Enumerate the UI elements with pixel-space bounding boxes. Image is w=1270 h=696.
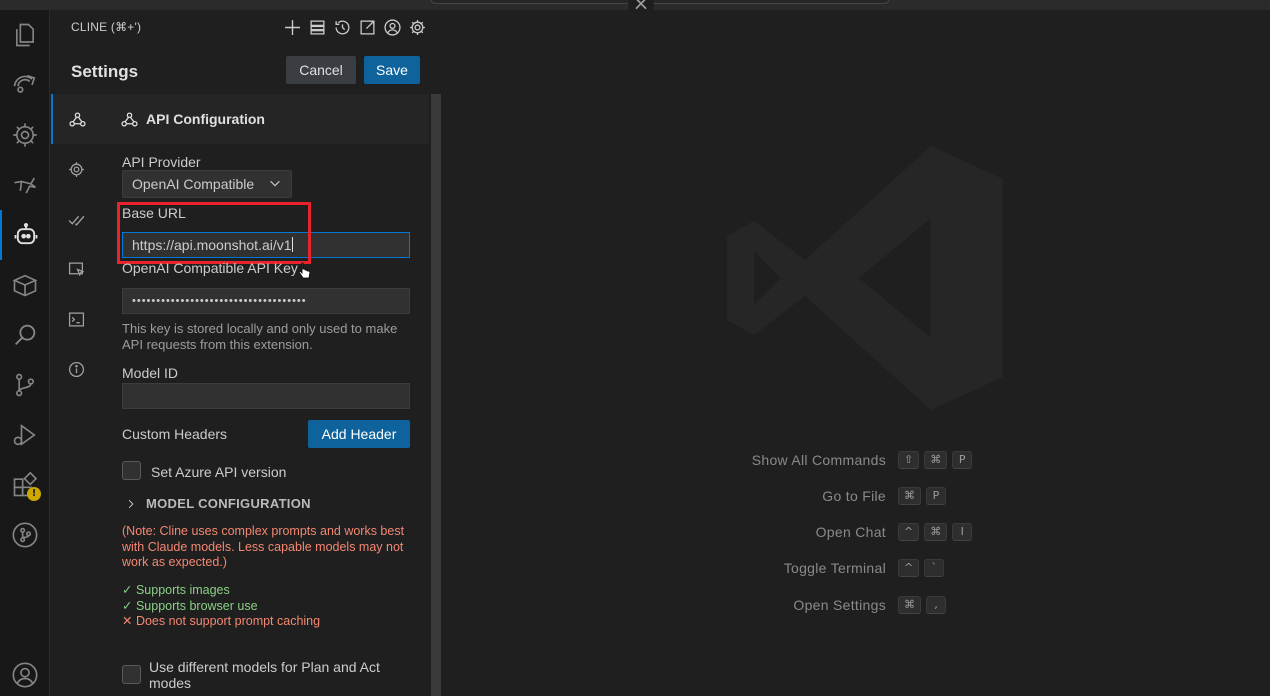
api-key-label: OpenAI Compatible API Key: [122, 260, 298, 276]
capability-browser: ✓ Supports browser use: [122, 598, 258, 613]
api-key-input[interactable]: ••••••••••••••••••••••••••••••••••••: [122, 288, 410, 314]
model-warning-note: (Note: Cline uses complex prompts and wo…: [122, 524, 405, 569]
search-icon[interactable]: [0, 310, 50, 360]
api-configuration-content: API Configuration API Provider OpenAI Co…: [101, 94, 429, 696]
key: I: [952, 523, 973, 541]
shortcut-keys: ^ ⌘ I: [898, 523, 973, 541]
api-config-icon: [121, 111, 138, 127]
server-icon[interactable]: [308, 18, 326, 36]
activity-bar: !: [0, 10, 50, 696]
shortcut-keys: ⌘ P: [898, 487, 946, 505]
check-icon: ✓: [122, 583, 136, 597]
plan-act-label: Use different models for Plan and Act mo…: [149, 659, 380, 691]
api-key-note: This key is stored locally and only used…: [122, 321, 398, 352]
api-key-value: ••••••••••••••••••••••••••••••••••••: [132, 295, 307, 307]
key: ,: [926, 596, 946, 614]
azure-label: Set Azure API version: [151, 464, 287, 480]
git-graph-icon[interactable]: [0, 510, 50, 560]
key: ^: [898, 523, 920, 541]
extensions-icon[interactable]: !: [0, 460, 50, 510]
history-icon[interactable]: [333, 18, 351, 36]
explorer-icon[interactable]: [0, 10, 50, 60]
kangaroo-icon[interactable]: [0, 160, 50, 210]
run-debug-icon[interactable]: [0, 410, 50, 460]
check-icon: ✓: [122, 598, 136, 613]
key: P: [952, 451, 973, 469]
settings-tab-rail: [51, 94, 101, 696]
api-provider-value: OpenAI Compatible: [132, 176, 255, 192]
shortcut-label: Open Settings: [793, 597, 886, 613]
shortcut-label: Toggle Terminal: [783, 560, 886, 576]
tab-general[interactable]: [51, 144, 101, 194]
key: ⌘: [898, 487, 921, 505]
editor-empty-area: Show All Commands ⇧ ⌘ P Go to File ⌘ P O…: [441, 10, 1270, 696]
api-provider-label: API Provider: [122, 154, 201, 170]
key: ⇧: [898, 451, 920, 469]
model-id-input[interactable]: [122, 383, 410, 409]
chevron-down-icon: [270, 180, 280, 187]
warning-badge-icon: !: [27, 487, 41, 501]
section-title: API Configuration: [146, 111, 265, 127]
model-configuration-toggle[interactable]: MODEL CONFIGURATION: [126, 496, 311, 511]
command-center-strip: ×: [0, 0, 1270, 18]
chevron-right-icon: [128, 499, 134, 508]
popout-icon[interactable]: [358, 18, 376, 36]
accounts-icon[interactable]: [0, 650, 50, 696]
key: ⌘: [924, 523, 948, 541]
shortcut-keys: ⌘ ,: [898, 596, 946, 614]
key: `: [924, 559, 945, 577]
panel-title: CLINE (⌘+'): [71, 20, 142, 34]
shortcut-label: Go to File: [822, 488, 886, 504]
shortcut-keys: ^ `: [898, 559, 945, 577]
key: ⌘: [924, 451, 948, 469]
model-configuration-label: MODEL CONFIGURATION: [146, 496, 311, 511]
command-center[interactable]: [430, 0, 890, 4]
source-control-icon[interactable]: [0, 360, 50, 410]
shortcut-label: Show All Commands: [751, 452, 886, 468]
api-provider-select[interactable]: OpenAI Compatible: [122, 170, 292, 198]
cline-panel: CLINE (⌘+') Settings Cancel Save API Con…: [51, 10, 441, 696]
vscode-logo-watermark: [727, 146, 1003, 410]
plus-icon[interactable]: [283, 18, 301, 36]
tab-about[interactable]: [51, 344, 101, 394]
tab-features[interactable]: [51, 194, 101, 244]
settings-sync-icon[interactable]: [0, 110, 50, 160]
shortcut-label: Open Chat: [815, 524, 886, 540]
remote-icon[interactable]: [0, 60, 50, 110]
model-id-label: Model ID: [122, 365, 179, 381]
shortcut-keys: ⇧ ⌘ P: [898, 451, 973, 469]
package-icon[interactable]: [0, 260, 50, 310]
plan-act-checkbox[interactable]: [122, 665, 141, 684]
azure-checkbox[interactable]: [122, 461, 141, 480]
cline-robot-icon[interactable]: [0, 210, 50, 260]
key: P: [926, 487, 946, 505]
gear-icon[interactable]: [408, 18, 426, 36]
capabilities-list: ✓ Supports images ✓ Supports browser use…: [122, 583, 320, 630]
highlight-box: [117, 202, 311, 264]
cancel-button[interactable]: Cancel: [286, 56, 356, 84]
add-header-button[interactable]: Add Header: [308, 420, 410, 448]
settings-title: Settings: [71, 62, 139, 81]
section-header: API Configuration: [101, 94, 429, 144]
tab-api-configuration[interactable]: [51, 94, 101, 144]
tab-browser[interactable]: [51, 244, 101, 294]
custom-headers-label: Custom Headers: [122, 426, 228, 442]
mouse-pointer-icon: [298, 262, 311, 279]
cross-icon: ✕: [122, 614, 136, 628]
capability-images: ✓ Supports images: [122, 583, 230, 597]
capability-no-cache: ✕ Does not support prompt caching: [122, 614, 321, 628]
panel-scrollbar[interactable]: [431, 94, 441, 696]
tab-terminal[interactable]: [51, 294, 101, 344]
key: ⌘: [898, 596, 921, 614]
save-button[interactable]: Save: [364, 56, 420, 84]
panel-header-toolbar: [283, 18, 426, 36]
account-icon[interactable]: [383, 18, 401, 36]
key: ^: [898, 559, 920, 577]
